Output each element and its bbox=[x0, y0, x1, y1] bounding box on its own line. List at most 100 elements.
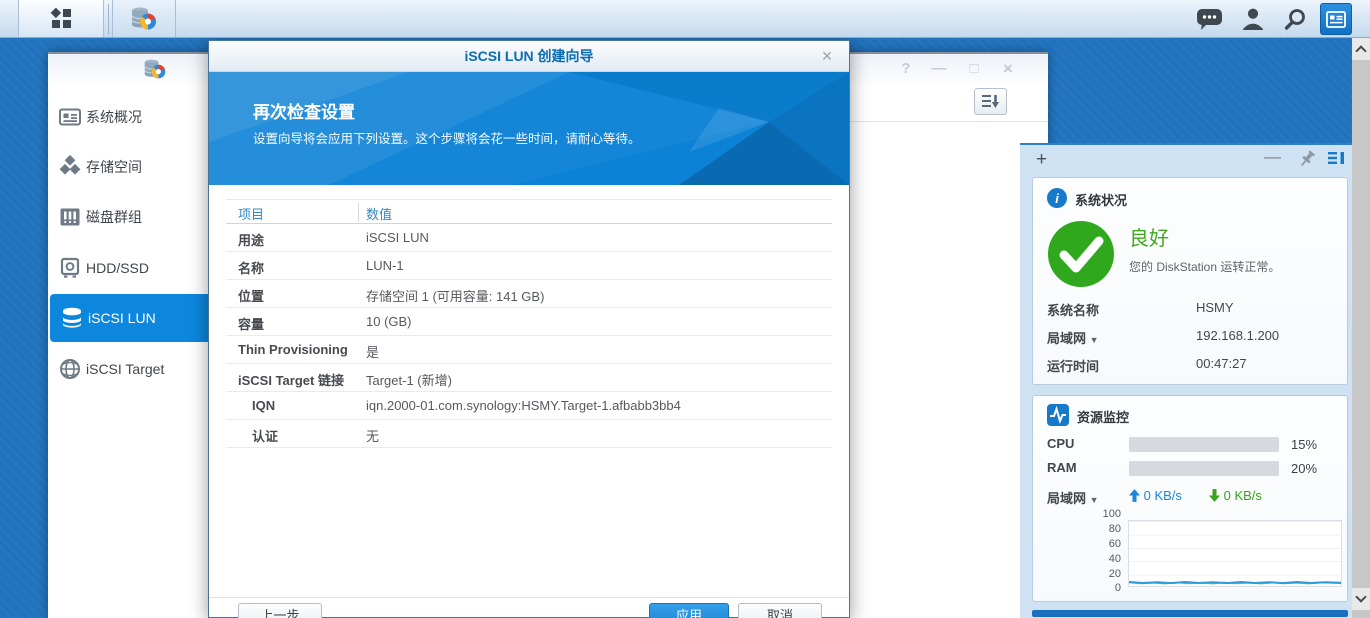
chevron-down-icon: ▼ bbox=[1089, 495, 1099, 505]
column-header-value: 数值 bbox=[366, 207, 393, 222]
banner-heading: 再次检查设置 bbox=[253, 103, 355, 122]
volume-cubes-icon bbox=[57, 154, 83, 180]
sort-lines-icon bbox=[982, 95, 999, 108]
sort-button[interactable] bbox=[974, 88, 1007, 115]
taskbar-divider bbox=[108, 4, 109, 34]
taskbar bbox=[0, 0, 1370, 38]
search-button[interactable] bbox=[1280, 7, 1310, 31]
main-menu-grid-icon bbox=[50, 7, 71, 28]
add-widget-button[interactable]: + bbox=[1036, 149, 1047, 171]
hdd-icon bbox=[57, 255, 83, 281]
table-header-row: 项目 数值 bbox=[226, 199, 832, 224]
desktop-scrollbar[interactable] bbox=[1352, 38, 1370, 618]
dock-panel-icon[interactable] bbox=[1328, 150, 1345, 171]
cpu-label: CPU bbox=[1047, 436, 1075, 451]
traffic-lines bbox=[1128, 580, 1342, 585]
dialog-banner: 再次检查设置 设置向导将会应用下列设置。这个步骤将会花一些时间，请耐心等待。 bbox=[209, 72, 849, 185]
download-arrow-icon bbox=[1209, 489, 1220, 502]
chevron-down-icon bbox=[1355, 591, 1367, 603]
apply-button[interactable]: 应用 bbox=[649, 603, 729, 618]
widget-panel: + — i 系统状况 良好 您的 DiskStation 运转正常。 系统名称 … bbox=[1020, 143, 1352, 618]
resource-monitor-icon bbox=[1047, 404, 1069, 431]
notifications-button[interactable] bbox=[1194, 7, 1224, 31]
cancel-button[interactable]: 取消 bbox=[738, 603, 822, 618]
settings-summary-table: 项目 数值 用途 iSCSI LUN 名称 LUN-1 位置 存储空间 1 (可… bbox=[226, 199, 832, 448]
desktop: ? — □ × 系统概况 存储空间 磁盘群组 HDD/SSD iSCSI LUN… bbox=[0, 0, 1370, 618]
y-tick: 0 bbox=[1114, 582, 1121, 594]
sidebar-item-hdd-ssd[interactable]: HDD/SSD bbox=[48, 244, 208, 292]
upload-rate: 0 KB/s bbox=[1129, 488, 1182, 503]
system-name-label: 系统名称 bbox=[1047, 303, 1100, 318]
storage-manager-window-icon bbox=[143, 57, 167, 86]
sidebar-item-iscsi-target[interactable]: iSCSI Target bbox=[48, 345, 208, 393]
lun-stack-icon bbox=[59, 305, 85, 331]
table-row: 用途 iSCSI LUN bbox=[226, 224, 832, 252]
dialog-close-button[interactable]: × bbox=[817, 45, 837, 67]
disk-group-icon bbox=[57, 204, 83, 230]
lan-label[interactable]: 局域网 ▼ bbox=[1047, 328, 1099, 347]
sidebar-item-storage-volume[interactable]: 存储空间 bbox=[48, 143, 208, 191]
ram-usage-bar bbox=[1129, 461, 1279, 476]
cpu-usage-bar bbox=[1129, 437, 1279, 452]
lan-traffic-label[interactable]: 局域网 ▼ bbox=[1047, 488, 1099, 507]
info-icon: i bbox=[1047, 188, 1067, 213]
window-help-button[interactable]: ? bbox=[893, 58, 919, 80]
taskbar-storage-manager-button[interactable] bbox=[112, 0, 176, 37]
ram-label: RAM bbox=[1047, 460, 1077, 475]
sidebar-item-disk-group[interactable]: 磁盘群组 bbox=[48, 193, 208, 241]
dialog-title: iSCSI LUN 创建向导 bbox=[464, 48, 594, 64]
user-menu-button[interactable] bbox=[1238, 7, 1268, 31]
widgets-toggle-button[interactable] bbox=[1320, 3, 1352, 35]
chevron-up-icon bbox=[1355, 45, 1367, 57]
previous-button[interactable]: 上一步 bbox=[238, 603, 322, 618]
widget-title: 资源监控 bbox=[1077, 410, 1130, 425]
target-globe-icon bbox=[57, 356, 83, 382]
table-row: Thin Provisioning 是 bbox=[226, 336, 832, 364]
scroll-up-button[interactable] bbox=[1352, 38, 1370, 60]
y-tick: 40 bbox=[1108, 553, 1121, 565]
table-row: 名称 LUN-1 bbox=[226, 252, 832, 280]
sidebar-item-iscsi-lun[interactable]: iSCSI LUN bbox=[50, 294, 208, 342]
health-status-text: 良好 bbox=[1129, 228, 1169, 250]
health-status-desc: 您的 DiskStation 运转正常。 bbox=[1129, 260, 1281, 274]
chat-bubble-icon bbox=[1196, 8, 1222, 30]
next-widget-edge bbox=[1032, 610, 1348, 617]
system-name-value: HSMY bbox=[1196, 300, 1234, 315]
cpu-percent: 15% bbox=[1291, 437, 1318, 452]
chevron-down-icon: ▼ bbox=[1089, 335, 1099, 345]
ram-percent: 20% bbox=[1291, 461, 1318, 476]
dialog-titlebar[interactable]: iSCSI LUN 创建向导 × bbox=[209, 41, 849, 72]
system-health-widget: i 系统状况 良好 您的 DiskStation 运转正常。 系统名称 HSMY… bbox=[1032, 177, 1348, 385]
panel-minimize-button[interactable]: — bbox=[1264, 147, 1281, 167]
window-close-button[interactable]: × bbox=[995, 58, 1021, 80]
download-rate: 0 KB/s bbox=[1209, 488, 1262, 503]
uptime-value: 00:47:27 bbox=[1196, 356, 1247, 371]
storage-manager-icon bbox=[131, 7, 156, 30]
upload-arrow-icon bbox=[1129, 489, 1140, 502]
table-row: IQN iqn.2000-01.com.synology:HSMY.Target… bbox=[226, 392, 832, 420]
overview-card-icon bbox=[57, 104, 83, 130]
banner-subtitle: 设置向导将会应用下列设置。这个步骤将会花一些时间，请耐心等待。 bbox=[253, 132, 641, 146]
sidebar-item-label: iSCSI LUN bbox=[88, 310, 156, 326]
network-traffic-chart bbox=[1128, 520, 1342, 587]
resource-monitor-widget: 资源监控 CPU 15% RAM 20% 局域网 ▼ 0 KB/s 0 KB/s… bbox=[1032, 395, 1348, 602]
y-tick: 80 bbox=[1108, 523, 1121, 535]
main-menu-button[interactable] bbox=[18, 0, 104, 37]
sidebar-item-label: 磁盘群组 bbox=[86, 209, 142, 225]
search-icon bbox=[1284, 8, 1305, 30]
sidebar-item-system-overview[interactable]: 系统概况 bbox=[48, 93, 208, 141]
uptime-label: 运行时间 bbox=[1047, 359, 1100, 374]
pin-icon[interactable] bbox=[1298, 150, 1316, 173]
widget-title: 系统状况 bbox=[1075, 193, 1128, 208]
svg-text:i: i bbox=[1055, 191, 1059, 206]
column-header-item: 项目 bbox=[238, 207, 265, 222]
iscsi-lun-wizard-dialog: iSCSI LUN 创建向导 × 再次检查设置 设置向导将会应用下列设置。这个步… bbox=[208, 40, 850, 618]
footer-divider bbox=[209, 597, 849, 598]
lan-ip-value: 192.168.1.200 bbox=[1196, 328, 1280, 343]
window-maximize-button[interactable]: □ bbox=[961, 58, 987, 80]
window-minimize-button[interactable]: — bbox=[926, 58, 952, 80]
y-tick: 60 bbox=[1108, 538, 1121, 550]
table-row: 容量 10 (GB) bbox=[226, 308, 832, 336]
sidebar-item-label: 系统概况 bbox=[86, 109, 142, 125]
scroll-down-button[interactable] bbox=[1352, 588, 1370, 610]
